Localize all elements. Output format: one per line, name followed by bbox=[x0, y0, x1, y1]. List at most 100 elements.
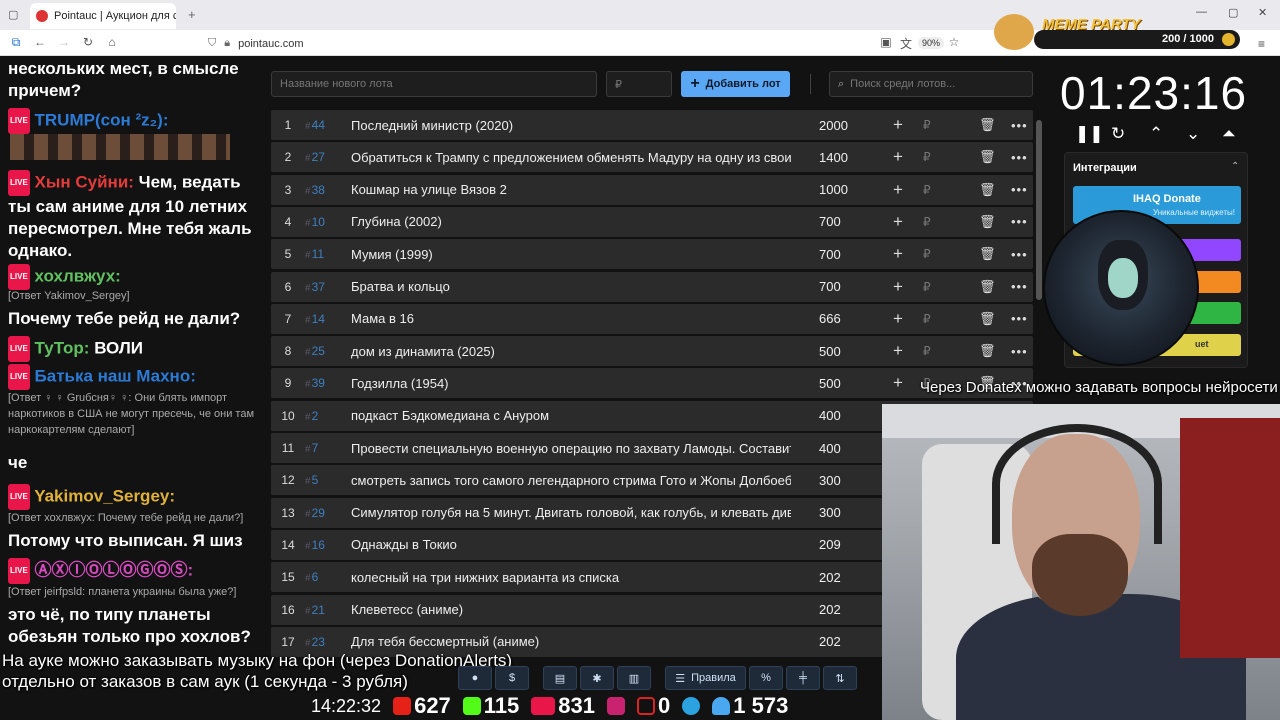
address-bar[interactable]: ⛉ 🔒︎ pointauc.com bbox=[204, 34, 964, 53]
lot-amount[interactable]: 202 bbox=[819, 602, 879, 617]
lot-amount[interactable]: 2000 bbox=[819, 118, 879, 133]
ruble-icon[interactable]: ₽ bbox=[923, 215, 931, 229]
lot-amount[interactable]: 400 bbox=[819, 408, 879, 423]
lot-amount[interactable]: 700 bbox=[819, 214, 879, 229]
pause-icon[interactable]: ❚❚ bbox=[1075, 124, 1104, 144]
chevron-down-icon[interactable]: ⌄ bbox=[1186, 124, 1200, 144]
more-icon[interactable]: ••• bbox=[1011, 182, 1028, 197]
browser-tab[interactable]: Pointauc | Аукцион для стрима ✕ bbox=[30, 3, 176, 29]
chat-username[interactable]: Yakimov_Sergey: bbox=[34, 486, 175, 505]
lot-name[interactable]: подкаст Бэдкомедиана с Ануром bbox=[351, 408, 791, 423]
lot-amount[interactable]: 300 bbox=[819, 505, 879, 520]
delete-icon[interactable]: 🗑︎ bbox=[979, 182, 996, 198]
delete-icon[interactable]: 🗑︎ bbox=[979, 117, 996, 133]
add-amount-icon[interactable]: + bbox=[893, 180, 903, 200]
ruble-icon[interactable]: ₽ bbox=[923, 118, 931, 132]
lot-name[interactable]: Мумия (1999) bbox=[351, 247, 791, 262]
more-icon[interactable]: ••• bbox=[1011, 279, 1028, 294]
zoom-level[interactable]: 90% bbox=[918, 37, 945, 49]
lot-amount[interactable]: 700 bbox=[819, 247, 879, 262]
lot-amount[interactable]: 1400 bbox=[819, 150, 879, 165]
chat-username[interactable]: хохлвжух: bbox=[35, 266, 121, 285]
lot-name[interactable]: колесный на три нижних варианта из списк… bbox=[351, 570, 791, 585]
lots-scrollbar[interactable] bbox=[1036, 120, 1042, 300]
lot-name[interactable]: смотреть запись того самого легендарного… bbox=[351, 473, 791, 488]
collapse-chevron-icon[interactable]: ⌃ bbox=[1231, 161, 1239, 172]
chevron-up-icon[interactable]: ⌃ bbox=[1149, 124, 1163, 144]
add-amount-icon[interactable]: + bbox=[893, 115, 903, 135]
lot-name[interactable]: Годзилла (1954) bbox=[351, 376, 791, 391]
add-amount-icon[interactable]: + bbox=[893, 277, 903, 297]
bookmark-star-icon[interactable]: ☆ bbox=[946, 35, 962, 49]
lot-name[interactable]: Провести специальную военную операцию по… bbox=[351, 441, 791, 456]
lot-name[interactable]: Мама в 16 bbox=[351, 311, 791, 326]
lot-amount[interactable]: 500 bbox=[819, 376, 879, 391]
forward-icon[interactable]: → bbox=[56, 35, 72, 49]
percent-button[interactable]: % bbox=[749, 666, 783, 690]
ruble-icon[interactable]: ₽ bbox=[923, 344, 931, 358]
sidebar-icon[interactable]: ⧉ bbox=[8, 35, 24, 50]
add-amount-icon[interactable]: + bbox=[893, 373, 903, 393]
ruble-icon[interactable]: ₽ bbox=[923, 183, 931, 197]
lot-name[interactable]: Для тебя бессмертный (аниме) bbox=[351, 634, 791, 649]
more-icon[interactable]: ••• bbox=[1011, 118, 1028, 133]
lot-name[interactable]: Клеветесс (аниме) bbox=[351, 602, 791, 617]
reset-icon[interactable]: ↻ bbox=[1111, 124, 1125, 144]
lot-name[interactable]: Кошмар на улице Вязов 2 bbox=[351, 182, 791, 197]
delete-icon[interactable]: 🗑︎ bbox=[979, 246, 996, 262]
lot-name[interactable]: Последний министр (2020) bbox=[351, 118, 791, 133]
lot-amount[interactable]: 666 bbox=[819, 311, 879, 326]
lot-amount[interactable]: 400 bbox=[819, 441, 879, 456]
add-amount-icon[interactable]: + bbox=[893, 341, 903, 361]
home-icon[interactable]: ⌂ bbox=[104, 35, 120, 49]
more-icon[interactable]: ••• bbox=[1011, 344, 1028, 359]
sort-button[interactable]: ⇅ bbox=[823, 666, 857, 690]
lot-name[interactable]: Глубина (2002) bbox=[351, 214, 791, 229]
lot-amount[interactable]: 700 bbox=[819, 279, 879, 294]
add-lot-button[interactable]: + Добавить лот bbox=[681, 71, 790, 97]
lot-amount[interactable]: 500 bbox=[819, 344, 879, 359]
ruble-icon[interactable]: ₽ bbox=[923, 280, 931, 294]
add-amount-icon[interactable]: + bbox=[893, 212, 903, 232]
search-input[interactable]: ⌕ Поиск среди лотов... bbox=[829, 71, 1033, 97]
lot-name[interactable]: Братва и кольцо bbox=[351, 279, 791, 294]
delete-icon[interactable]: 🗑︎ bbox=[979, 343, 996, 359]
translate-icon[interactable]: 文 bbox=[898, 35, 914, 52]
lot-amount[interactable]: 209 bbox=[819, 537, 879, 552]
chat-username[interactable]: Батька наш Махно: bbox=[35, 366, 196, 385]
chat-username[interactable]: ⒶⓍⒾⓄⓁⓄⒼⓄⓈ: bbox=[35, 560, 194, 579]
more-icon[interactable]: ••• bbox=[1011, 214, 1028, 229]
add-amount-icon[interactable]: + bbox=[893, 309, 903, 329]
tab-list-icon[interactable]: ▢ bbox=[8, 8, 18, 21]
rules-button[interactable]: ☰ Правила bbox=[665, 666, 746, 690]
lot-name[interactable]: Симулятор голубя на 5 минут. Двигать гол… bbox=[351, 505, 791, 520]
ruble-icon[interactable]: ₽ bbox=[923, 150, 931, 164]
chat-username[interactable]: TRUMP⁢⁢⁢⁢⁢(сон ²z₂): bbox=[35, 110, 169, 129]
lot-amount[interactable]: 202 bbox=[819, 634, 879, 649]
split-button[interactable]: ╪ bbox=[786, 666, 820, 690]
amount-input[interactable]: ₽ bbox=[606, 71, 672, 97]
menu-icon[interactable]: ≡ bbox=[1258, 37, 1265, 51]
add-amount-icon[interactable]: + bbox=[893, 147, 903, 167]
lot-name[interactable]: дом из динамита (2025) bbox=[351, 344, 791, 359]
back-icon[interactable]: ← bbox=[32, 35, 48, 49]
more-icon[interactable]: ••• bbox=[1011, 247, 1028, 262]
new-lot-input[interactable]: Название нового лота bbox=[271, 71, 597, 97]
chat-username[interactable]: ТуТор: bbox=[35, 338, 90, 357]
github-button[interactable]: ● bbox=[458, 666, 492, 690]
collapse-icon[interactable]: ⏶ bbox=[1222, 124, 1236, 144]
lot-name[interactable]: Обратиться к Трампу с предложением обмен… bbox=[351, 150, 791, 165]
ruble-icon[interactable]: ₽ bbox=[923, 247, 931, 261]
clear-button[interactable]: ▥ bbox=[617, 666, 651, 690]
lot-name[interactable]: Однажды в Токио bbox=[351, 537, 791, 552]
add-amount-icon[interactable]: + bbox=[893, 244, 903, 264]
save-button[interactable]: ▤ bbox=[543, 666, 577, 690]
delete-icon[interactable]: 🗑︎ bbox=[979, 279, 996, 295]
chat-username[interactable]: Хын Суйни: bbox=[35, 172, 134, 191]
more-icon[interactable]: ••• bbox=[1011, 311, 1028, 326]
delete-icon[interactable]: 🗑︎ bbox=[979, 214, 996, 230]
lot-amount[interactable]: 300 bbox=[819, 473, 879, 488]
new-tab-icon[interactable]: + bbox=[188, 7, 196, 22]
reload-icon[interactable]: ↻ bbox=[80, 35, 96, 49]
delete-icon[interactable]: 🗑︎ bbox=[979, 149, 996, 165]
